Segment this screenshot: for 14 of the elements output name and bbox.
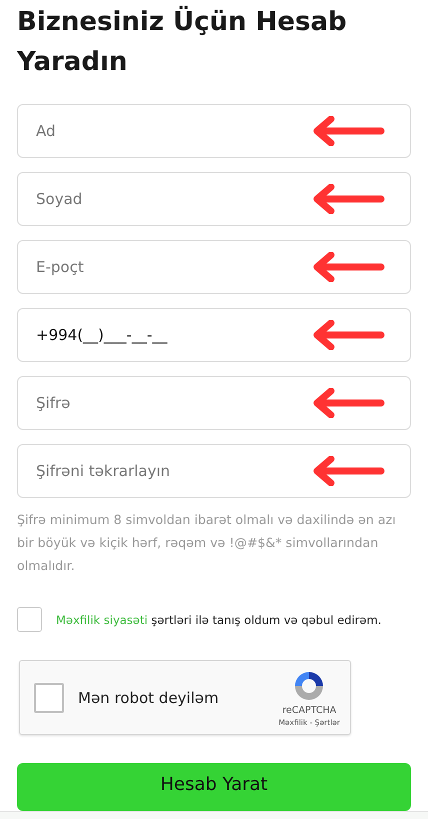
consent-text: Məxfilik siyasəti şərtləri ilə tanış oldum və qəbul edirəm. [56,612,382,626]
input-field[interactable]: Şifrəni təkrarlayın [17,444,411,498]
recaptcha-label: reCAPTCHA [282,704,336,716]
input-field[interactable]: E-poçt [17,240,411,294]
input-field[interactable]: Şifrə [17,376,411,430]
input-field[interactable]: Ad [17,104,411,158]
input-field[interactable]: +994(__)___-__-__ [17,308,411,362]
create-account-button[interactable]: Hesab Yarat [17,763,411,811]
input-field[interactable]: Soyad [17,172,411,226]
captcha-checkbox[interactable] [34,682,64,712]
captcha-label: Mən robot deyiləm [78,688,220,706]
page-title: Biznesiniz Üçün Hesab Yaradın [17,4,347,79]
password-hint: Şifrə minimum 8 simvoldan ibarət olmalı və daxilində ən azı bir böyük və kiçik hərf, rəqəm və !@#$&* simvollarından olmalıdır. [17,511,397,575]
consent-checkbox[interactable] [17,607,42,632]
